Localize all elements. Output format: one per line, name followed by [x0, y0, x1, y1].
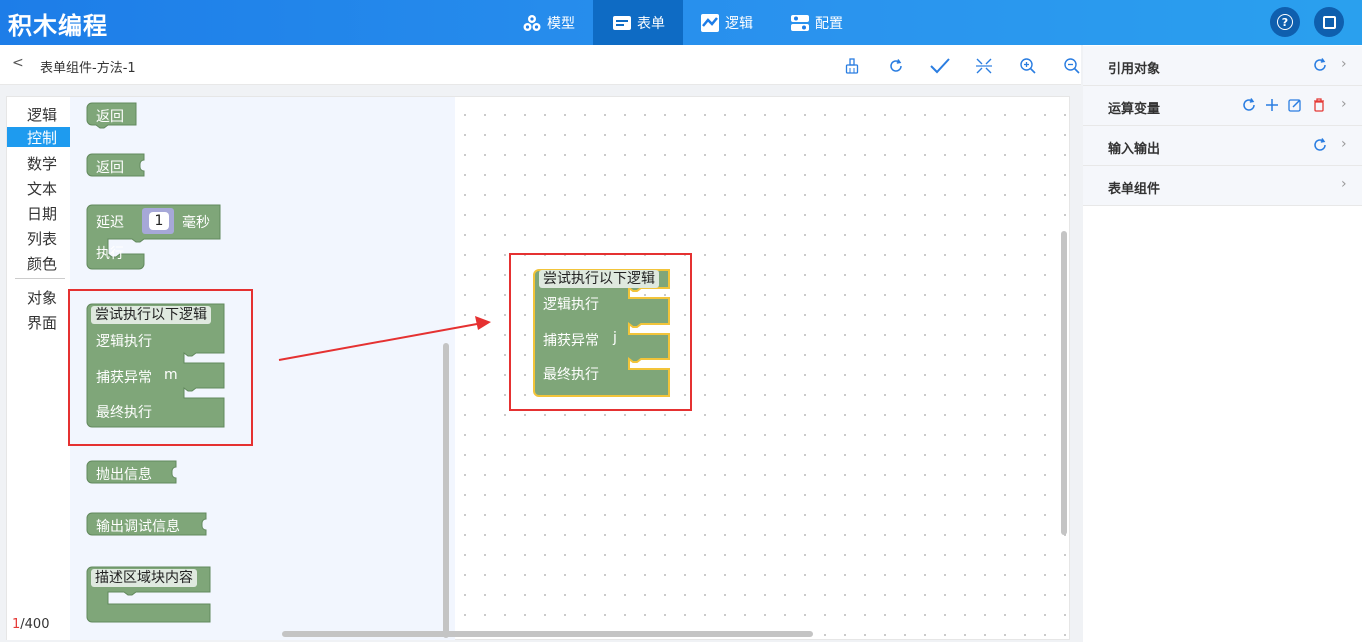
plus-icon[interactable] [1264, 97, 1280, 113]
workspace-horizontal-scrollbar[interactable] [282, 631, 813, 637]
window-icon [1322, 15, 1336, 29]
panel-variables[interactable]: 运算变量 › [1083, 86, 1362, 126]
nav-model-label: 模型 [547, 15, 575, 32]
drag-arrow [278, 316, 491, 361]
category-control[interactable]: 控制 [7, 127, 70, 147]
category-list[interactable]: 列表 [7, 228, 70, 248]
panel-form-components[interactable]: 表单组件 › [1083, 166, 1362, 206]
chevron-right-icon: › [1341, 96, 1347, 112]
refresh-icon[interactable] [1241, 97, 1257, 113]
panel-ref-objects[interactable]: 引用对象 › [1083, 46, 1362, 86]
help-button[interactable]: ? [1270, 7, 1300, 37]
category-text[interactable]: 文本 [7, 178, 70, 198]
category-math[interactable]: 数学 [7, 153, 70, 173]
nav-form-label: 表单 [637, 15, 665, 32]
check-icon [930, 58, 950, 74]
block-counter: 1/400 [12, 617, 49, 632]
counter-total: /400 [20, 617, 50, 632]
category-object[interactable]: 对象 [7, 287, 70, 307]
return-label: 返回 [96, 109, 124, 125]
collapse-icon [976, 58, 992, 74]
refresh-icon[interactable] [1312, 137, 1328, 153]
refresh-icon [890, 59, 902, 72]
zoom-in-icon [1020, 58, 1036, 74]
confirm-button[interactable] [918, 55, 962, 77]
flyout-scrollbar[interactable] [443, 343, 449, 638]
panel-ref-objects-label: 引用对象 [1108, 62, 1161, 77]
edit-icon[interactable] [1287, 97, 1303, 113]
page-title: 表单组件-方法-1 [40, 61, 136, 76]
highlight-box-source [68, 289, 253, 446]
delay-input[interactable]: 1 [149, 212, 169, 230]
right-panel: 引用对象 › 运算变量 › 输入输出 › 表单组件 › [1083, 45, 1362, 642]
panel-io-label: 输入输出 [1108, 142, 1161, 157]
delay-unit: 毫秒 [182, 215, 210, 231]
delay-exec-label: 执行 [96, 246, 124, 262]
window-button[interactable] [1314, 7, 1344, 37]
logic-icon [701, 13, 719, 32]
config-icon [791, 14, 809, 31]
refresh-icon[interactable] [1312, 57, 1328, 73]
top-bar: 积木编程 模型 表单 逻辑 配置 ? [0, 0, 1362, 45]
highlight-box-target [509, 253, 692, 411]
chevron-right-icon: › [1341, 136, 1347, 152]
nav-logic[interactable]: 逻辑 [683, 0, 771, 45]
return-value-label: 返回 [96, 160, 124, 176]
panel-variables-label: 运算变量 [1108, 102, 1161, 117]
clean-button[interactable] [830, 55, 874, 77]
blockly-workspace[interactable]: 逻辑 控制 数学 文本 日期 列表 颜色 对象 界面 1/400 返回 返回 延… [6, 96, 1070, 640]
category-toolbox: 逻辑 控制 数学 文本 日期 列表 颜色 对象 界面 1/400 [7, 97, 70, 640]
zoom-in-button[interactable] [1006, 55, 1050, 77]
nav-config-label: 配置 [815, 15, 843, 32]
chevron-right-icon: › [1341, 176, 1347, 192]
app-title: 积木编程 [8, 12, 108, 40]
throw-label: 抛出信息 [96, 467, 152, 483]
panel-form-components-label: 表单组件 [1108, 182, 1161, 197]
nav-config[interactable]: 配置 [771, 0, 861, 45]
debug-output-label: 输出调试信息 [96, 519, 180, 535]
broom-icon [845, 58, 859, 74]
back-icon[interactable]: < [12, 55, 24, 71]
workspace-vertical-scrollbar[interactable] [1061, 231, 1067, 535]
category-interface[interactable]: 界面 [7, 312, 70, 332]
chevron-right-icon: › [1341, 56, 1347, 72]
describe-label: 描述区域块内容 [91, 569, 197, 587]
nav-logic-label: 逻辑 [725, 15, 753, 32]
form-icon [613, 15, 631, 30]
delay-label: 延迟 [96, 215, 124, 231]
category-divider [15, 278, 65, 279]
category-color[interactable]: 颜色 [7, 253, 70, 273]
category-logic[interactable]: 逻辑 [7, 104, 70, 124]
delete-icon[interactable] [1311, 97, 1327, 113]
panel-io[interactable]: 输入输出 › [1083, 126, 1362, 166]
main-nav: 模型 表单 逻辑 配置 [505, 0, 861, 45]
refresh-button[interactable] [874, 55, 918, 77]
nav-model[interactable]: 模型 [505, 0, 593, 45]
nav-form[interactable]: 表单 [593, 0, 683, 45]
editor-toolbar: < 表单组件-方法-1 [0, 45, 1081, 85]
zoom-out-icon [1064, 58, 1080, 74]
help-icon: ? [1277, 14, 1293, 30]
model-icon [523, 14, 541, 31]
center-button[interactable] [962, 55, 1006, 77]
category-date[interactable]: 日期 [7, 203, 70, 223]
